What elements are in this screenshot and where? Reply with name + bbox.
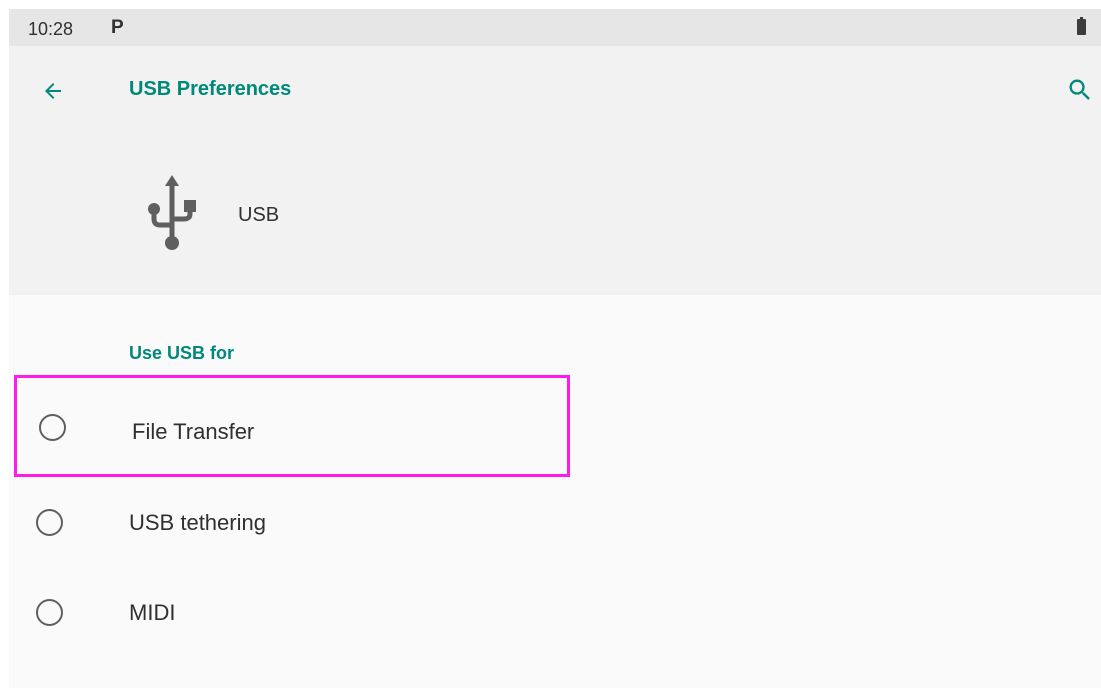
usb-icon: [148, 175, 196, 250]
usb-header: USB: [9, 132, 1101, 295]
page-title: USB Preferences: [129, 78, 292, 100]
search-icon: [1069, 79, 1090, 100]
radio-button[interactable]: [36, 599, 63, 626]
option-label: MIDI: [129, 600, 176, 625]
app-bar: USB Preferences: [9, 46, 1101, 132]
back-button[interactable]: [33, 71, 73, 111]
p-icon: P: [111, 17, 124, 38]
screen: 10:28 P USB Preferences USB Use USB for …: [9, 9, 1101, 688]
option-label: File Transfer: [132, 419, 255, 444]
arrow-left-icon: [45, 83, 61, 99]
usb-label: USB: [238, 204, 280, 226]
status-bar: 10:28 P: [9, 9, 1101, 46]
battery-icon: [1077, 17, 1086, 35]
option-midi[interactable]: MIDI: [9, 567, 569, 657]
radio-button[interactable]: [36, 509, 63, 536]
section-title: Use USB for: [129, 343, 235, 363]
option-file-transfer[interactable]: File Transfer: [14, 375, 570, 477]
radio-button[interactable]: [39, 414, 66, 441]
search-button[interactable]: [1059, 70, 1101, 110]
status-time: 10:28: [28, 19, 74, 39]
option-usb-tethering[interactable]: USB tethering: [9, 477, 569, 567]
option-label: USB tethering: [129, 510, 266, 535]
